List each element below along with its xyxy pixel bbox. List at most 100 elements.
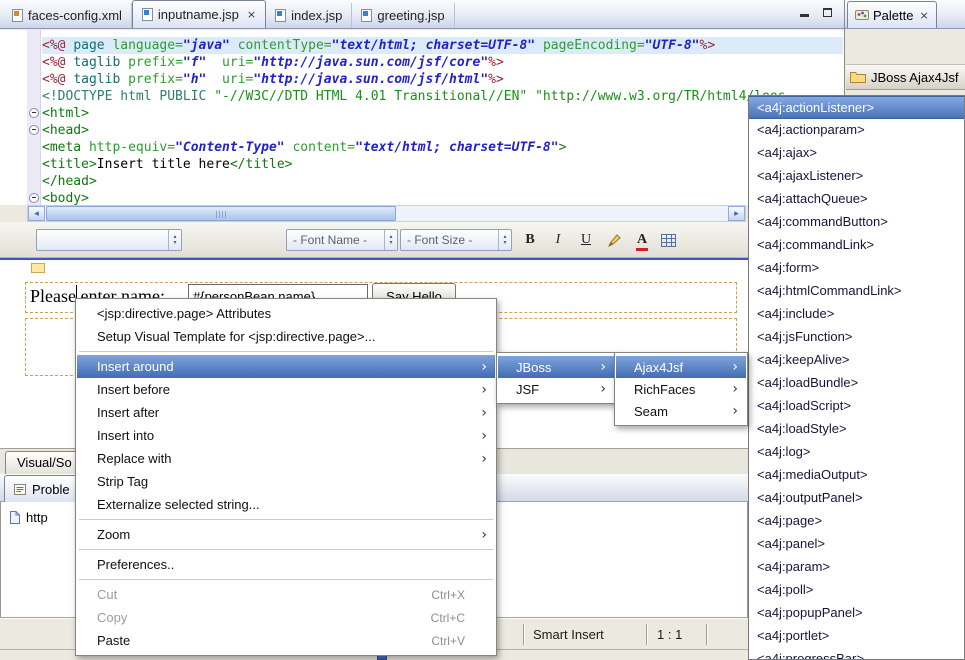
editor-tab-faces-config-xml[interactable]: faces-config.xml <box>3 3 132 28</box>
status-separator <box>646 624 648 645</box>
menu-item-insert-before[interactable]: Insert before› <box>77 378 495 401</box>
status-caret-position: 1 : 1 <box>657 627 682 642</box>
italic-button[interactable]: I <box>546 229 570 251</box>
palette-item-a4j-actionparam[interactable]: <a4j:actionparam> <box>749 119 964 142</box>
fold-collapse-icon[interactable] <box>29 125 39 135</box>
code-line[interactable]: <html> <box>42 105 843 122</box>
highlight-color-icon[interactable] <box>602 229 626 251</box>
menu-item-jboss[interactable]: JBoss› <box>498 356 614 378</box>
menu-item-seam[interactable]: Seam› <box>616 400 746 422</box>
menu-item-ajax4jsf[interactable]: Ajax4Jsf› <box>616 356 746 378</box>
palette-item-a4j-commandlink[interactable]: <a4j:commandLink> <box>749 234 964 257</box>
table-borders-icon[interactable] <box>656 229 680 251</box>
tab-palette[interactable]: Palette × <box>847 1 937 28</box>
code-token: <!DOCTYPE html PUBLIC <box>42 89 214 104</box>
code-token: "UTF-8" <box>645 38 700 53</box>
palette-item-a4j-loadstyle[interactable]: <a4j:loadStyle> <box>749 418 964 441</box>
scroll-left-icon[interactable]: ◂ <box>28 206 45 221</box>
palette-item-a4j-loadbundle[interactable]: <a4j:loadBundle> <box>749 372 964 395</box>
scrollbar-thumb[interactable] <box>46 206 396 221</box>
palette-item-a4j-outputpanel[interactable]: <a4j:outputPanel> <box>749 487 964 510</box>
menu-item-strip-tag[interactable]: Strip Tag <box>77 470 495 493</box>
combo-spinner-icon[interactable]: ▴▾ <box>498 230 511 250</box>
horizontal-scrollbar[interactable]: ◂ ▸ <box>27 205 746 222</box>
combo-spinner-icon[interactable]: ▴▾ <box>384 230 397 250</box>
maximize-icon[interactable] <box>819 5 835 19</box>
menu-item-jsf[interactable]: JSF› <box>498 378 614 400</box>
editor-tab-index-jsp[interactable]: index.jsp <box>266 3 352 28</box>
palette-item-a4j-keepalive[interactable]: <a4j:keepAlive> <box>749 349 964 372</box>
underline-button[interactable]: U <box>574 229 598 251</box>
palette-item-a4j-jsfunction[interactable]: <a4j:jsFunction> <box>749 326 964 349</box>
palette-item-a4j-commandbutton[interactable]: <a4j:commandButton> <box>749 211 964 234</box>
menu-item-label: Insert into <box>97 428 481 443</box>
menu-item-cut: CutCtrl+X <box>77 583 495 606</box>
scroll-right-icon[interactable]: ▸ <box>728 206 745 221</box>
palette-item-a4j-ajax[interactable]: <a4j:ajax> <box>749 142 964 165</box>
palette-item-a4j-popuppanel[interactable]: <a4j:popupPanel> <box>749 602 964 625</box>
code-line[interactable]: <%@ taglib prefix="h" uri="http://java.s… <box>42 71 843 88</box>
palette-item-a4j-panel[interactable]: <a4j:panel> <box>749 533 964 556</box>
palette-item-a4j-actionlistener[interactable]: <a4j:actionListener> <box>749 96 964 119</box>
palette-item-a4j-param[interactable]: <a4j:param> <box>749 556 964 579</box>
palette-item-a4j-loadscript[interactable]: <a4j:loadScript> <box>749 395 964 418</box>
fold-collapse-icon[interactable] <box>29 193 39 203</box>
palette-item-a4j-portlet[interactable]: <a4j:portlet> <box>749 625 964 648</box>
menu-item-paste[interactable]: PasteCtrl+V <box>77 629 495 652</box>
code-token: </head> <box>42 174 97 189</box>
bold-button[interactable]: B <box>518 229 542 251</box>
font-size-combo[interactable]: - Font Size - ▴▾ <box>400 229 512 251</box>
code-line[interactable]: <%@ page language="java" contentType="te… <box>42 37 843 54</box>
menu-item-preferences[interactable]: Preferences.. <box>77 553 495 576</box>
source-editor[interactable]: <%@ page language="java" contentType="te… <box>0 30 844 205</box>
menu-item-insert-into[interactable]: Insert into› <box>77 424 495 447</box>
code-line[interactable]: <meta http-equiv="Content-Type" content=… <box>42 139 843 156</box>
menu-item-richfaces[interactable]: RichFaces› <box>616 378 746 400</box>
menu-item-setup-visual-template-for-jsp-directive-page[interactable]: Setup Visual Template for <jsp:directive… <box>77 325 495 348</box>
menu-item-insert-around[interactable]: Insert around› <box>77 355 495 378</box>
code-token: taglib <box>73 55 128 70</box>
font-color-icon[interactable]: A <box>630 229 654 251</box>
submenu-arrow-icon: › <box>481 406 487 420</box>
code-line[interactable]: <%@ taglib prefix="f" uri="http://java.s… <box>42 54 843 71</box>
menu-item-jsp-directive-page-attributes[interactable]: <jsp:directive.page> Attributes <box>77 302 495 325</box>
submenu-arrow-icon: › <box>481 383 487 397</box>
style-combo[interactable]: ▴▾ <box>36 229 182 251</box>
combo-spinner-icon[interactable]: ▴▾ <box>168 230 181 250</box>
close-icon[interactable]: × <box>919 9 928 22</box>
submenu-arrow-icon: › <box>732 404 738 418</box>
palette-item-a4j-mediaoutput[interactable]: <a4j:mediaOutput> <box>749 464 964 487</box>
font-name-combo[interactable]: - Font Name - ▴▾ <box>286 229 398 251</box>
code-line[interactable]: <head> <box>42 122 843 139</box>
menu-item-replace-with[interactable]: Replace with› <box>77 447 495 470</box>
palette-item-a4j-include[interactable]: <a4j:include> <box>749 303 964 326</box>
editor-tab-inputname-jsp[interactable]: inputname.jsp× <box>132 0 266 28</box>
code-line[interactable]: <title>Insert title here</title> <box>42 156 843 173</box>
palette-drawer-jboss-ajax4jsf[interactable]: JBoss Ajax4Jsf <box>846 64 965 90</box>
tab-problems[interactable]: Proble <box>4 475 79 502</box>
palette-item-a4j-progressbar[interactable]: <a4j:progressBar> <box>749 648 964 660</box>
code-line[interactable]: <body> <box>42 190 843 205</box>
problem-row[interactable]: http <box>9 510 48 525</box>
code-token: page <box>73 38 112 53</box>
palette-item-a4j-ajaxlistener[interactable]: <a4j:ajaxListener> <box>749 165 964 188</box>
palette-item-a4j-attachqueue[interactable]: <a4j:attachQueue> <box>749 188 964 211</box>
tag-marker-icon[interactable] <box>31 263 45 273</box>
menu-item-zoom[interactable]: Zoom› <box>77 523 495 546</box>
menu-item-externalize-selected-string[interactable]: Externalize selected string... <box>77 493 495 516</box>
code-line[interactable]: <!DOCTYPE html PUBLIC "-//W3C//DTD HTML … <box>42 88 843 105</box>
code-line[interactable]: </head> <box>42 173 843 190</box>
tab-visual-source[interactable]: Visual/So <box>5 451 79 475</box>
palette-item-a4j-htmlcommandlink[interactable]: <a4j:htmlCommandLink> <box>749 280 964 303</box>
palette-item-a4j-page[interactable]: <a4j:page> <box>749 510 964 533</box>
menu-separator <box>79 519 493 520</box>
menu-item-insert-after[interactable]: Insert after› <box>77 401 495 424</box>
palette-item-a4j-form[interactable]: <a4j:form> <box>749 257 964 280</box>
close-icon[interactable]: × <box>247 8 256 21</box>
palette-item-a4j-poll[interactable]: <a4j:poll> <box>749 579 964 602</box>
minimize-icon[interactable] <box>796 5 812 19</box>
file-icon <box>9 511 20 524</box>
palette-item-a4j-log[interactable]: <a4j:log> <box>749 441 964 464</box>
editor-tab-greeting-jsp[interactable]: greeting.jsp <box>352 3 454 28</box>
fold-collapse-icon[interactable] <box>29 108 39 118</box>
